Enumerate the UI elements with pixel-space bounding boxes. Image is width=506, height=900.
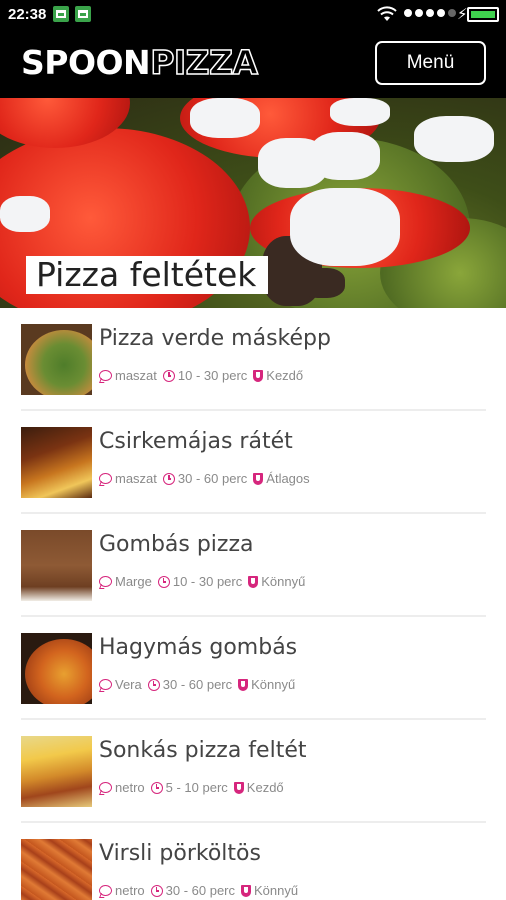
recipe-thumbnail xyxy=(21,736,92,807)
recipe-difficulty: Könnyű xyxy=(251,677,296,692)
recipe-author: maszat xyxy=(115,368,157,383)
logo-part-pizza: PIZZA xyxy=(149,42,258,83)
recipe-meta: Vera 30 - 60 perc Könnyű xyxy=(99,677,301,692)
clock-icon xyxy=(162,369,175,382)
recipe-thumbnail xyxy=(21,839,92,900)
list-item[interactable]: Virsli pörköltös netro 30 - 60 perc Könn… xyxy=(21,823,486,900)
difficulty-icon xyxy=(238,678,249,691)
recipe-time: 10 - 30 perc xyxy=(177,368,248,383)
recipe-time: 10 - 30 perc xyxy=(172,574,243,589)
list-item[interactable]: Gombás pizza Marge 10 - 30 perc Könnyű xyxy=(21,514,486,617)
difficulty-icon xyxy=(241,884,252,897)
recipe-title: Hagymás gombás xyxy=(99,635,298,660)
page-title: Pizza feltétek xyxy=(26,256,269,294)
charging-icon: ⚡ xyxy=(457,6,468,23)
hero-banner: Pizza feltétek xyxy=(0,98,506,308)
difficulty-icon xyxy=(233,781,244,794)
signal-icon xyxy=(404,9,456,17)
notification-icon xyxy=(53,6,69,22)
difficulty-icon xyxy=(253,369,264,382)
recipe-time: 30 - 60 perc xyxy=(162,677,233,692)
recipe-meta: netro 30 - 60 perc Könnyű xyxy=(99,883,304,898)
recipe-title: Virsli pörköltös xyxy=(99,841,261,866)
battery-icon xyxy=(467,7,499,22)
comment-icon xyxy=(99,370,112,381)
recipe-title: Sonkás pizza feltét xyxy=(99,738,307,763)
list-item[interactable]: Hagymás gombás Vera 30 - 60 perc Könnyű xyxy=(21,617,486,720)
recipe-difficulty: Könnyű xyxy=(261,574,306,589)
comment-icon xyxy=(99,473,112,484)
app-header: SPOONPIZZA Menü xyxy=(0,30,506,98)
clock-icon xyxy=(150,884,163,897)
recipe-thumbnail xyxy=(21,427,92,498)
recipe-meta: maszat 10 - 30 perc Kezdő xyxy=(99,368,309,383)
clock-icon xyxy=(150,781,163,794)
recipe-time: 5 - 10 perc xyxy=(165,780,228,795)
recipe-author: Vera xyxy=(115,677,142,692)
status-time: 22:38 xyxy=(8,6,47,23)
recipe-title: Pizza verde másképp xyxy=(99,326,331,351)
recipe-meta: Marge 10 - 30 perc Könnyű xyxy=(99,574,311,589)
comment-icon xyxy=(99,576,112,587)
recipe-difficulty: Kezdő xyxy=(266,368,304,383)
recipe-difficulty: Átlagos xyxy=(266,471,310,486)
clock-icon xyxy=(162,472,175,485)
difficulty-icon xyxy=(248,575,259,588)
recipe-author: netro xyxy=(115,780,145,795)
list-item[interactable]: Pizza verde másképp maszat 10 - 30 perc … xyxy=(21,308,486,411)
recipe-author: Marge xyxy=(115,574,152,589)
recipe-meta: maszat 30 - 60 perc Átlagos xyxy=(99,471,316,486)
recipe-title: Csirkemájas rátét xyxy=(99,429,293,454)
recipe-title: Gombás pizza xyxy=(99,532,254,557)
status-bar: 22:38 ⚡ xyxy=(0,0,506,30)
difficulty-icon xyxy=(253,472,264,485)
list-item[interactable]: Sonkás pizza feltét netro 5 - 10 perc Ke… xyxy=(21,720,486,823)
clock-icon xyxy=(147,678,160,691)
clock-icon xyxy=(157,575,170,588)
recipe-author: netro xyxy=(115,883,145,898)
comment-icon xyxy=(99,679,112,690)
logo-part-spoon: SPOON xyxy=(21,43,151,82)
recipe-thumbnail xyxy=(21,633,92,704)
recipe-list: Pizza verde másképp maszat 10 - 30 perc … xyxy=(21,308,486,900)
recipe-author: maszat xyxy=(115,471,157,486)
recipe-time: 30 - 60 perc xyxy=(177,471,248,486)
recipe-meta: netro 5 - 10 perc Kezdő xyxy=(99,780,290,795)
recipe-time: 30 - 60 perc xyxy=(165,883,236,898)
comment-icon xyxy=(99,782,112,793)
list-item[interactable]: Csirkemájas rátét maszat 30 - 60 perc Át… xyxy=(21,411,486,514)
menu-button[interactable]: Menü xyxy=(375,41,486,85)
recipe-difficulty: Kezdő xyxy=(246,780,284,795)
wifi-icon xyxy=(377,6,397,21)
comment-icon xyxy=(99,885,112,896)
notification-icon xyxy=(75,6,91,22)
recipe-thumbnail xyxy=(21,324,92,395)
recipe-thumbnail xyxy=(21,530,92,601)
logo[interactable]: SPOONPIZZA xyxy=(21,42,259,83)
recipe-difficulty: Könnyű xyxy=(254,883,299,898)
